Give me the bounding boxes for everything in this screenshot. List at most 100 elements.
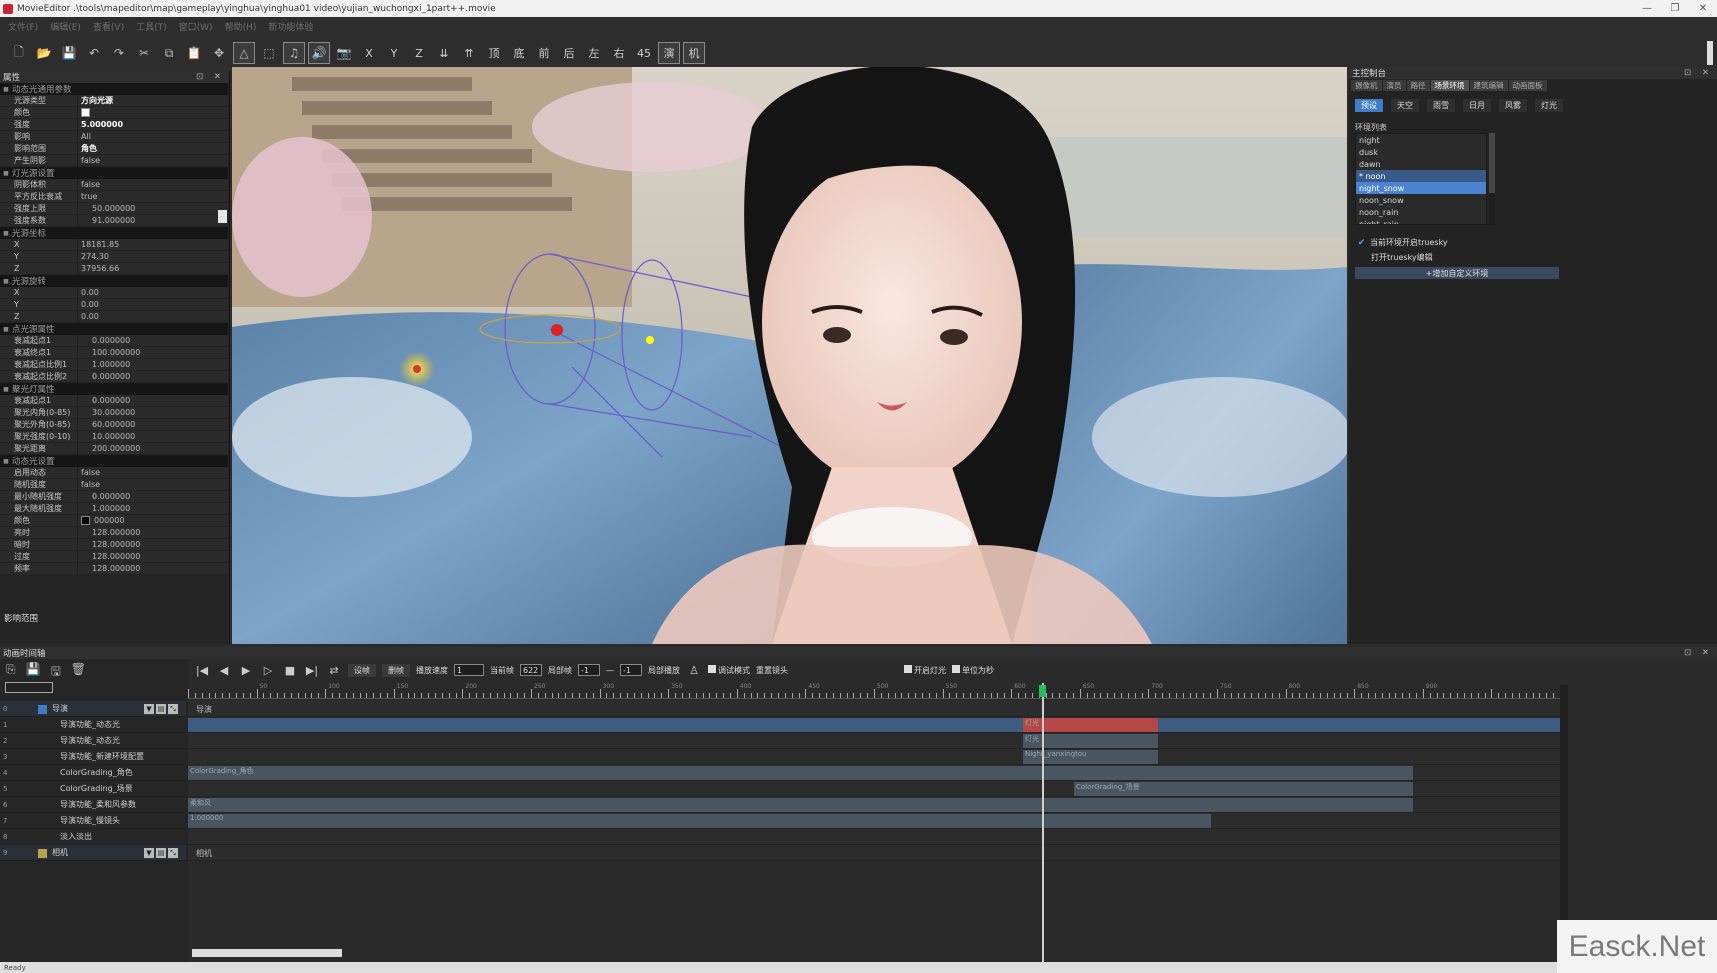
cut-icon[interactable]: ✂: [133, 42, 155, 64]
track-row[interactable]: 7 导演功能_慢镜头: [0, 813, 186, 829]
lift-up-button[interactable]: ⇈: [458, 42, 480, 64]
collapse-icon[interactable]: ■: [0, 458, 12, 465]
timeline-clip[interactable]: [1158, 718, 1560, 732]
property-row[interactable]: 产生阴影 false: [0, 155, 228, 167]
property-row[interactable]: 频率 128.000000: [0, 563, 228, 575]
track-row[interactable]: 0 导演 ▼ ▤ ⤡: [0, 701, 186, 717]
property-value[interactable]: false: [78, 155, 228, 166]
timeline-tracks[interactable]: 导演 灯光 灯光 Night_yanxingtou ColorGrading_角色 Col…: [188, 701, 1560, 951]
scene-viewport[interactable]: [232, 67, 1347, 644]
timeline-clip[interactable]: 1.000000: [188, 814, 1211, 828]
trash-icon[interactable]: 🗑: [71, 662, 86, 683]
track-lane[interactable]: 导演: [188, 701, 1560, 717]
playhead-handle[interactable]: [1039, 685, 1046, 697]
property-value[interactable]: 50.000000: [78, 203, 228, 214]
stop-icon[interactable]: ■: [282, 664, 298, 677]
control-panel-controls[interactable]: ⊡ ✕: [1684, 68, 1717, 78]
property-value[interactable]: false: [78, 479, 228, 490]
env-item-dawn[interactable]: dawn: [1356, 158, 1486, 170]
property-row[interactable]: 随机强度 false: [0, 479, 228, 491]
dropdown-icon[interactable]: ▼: [144, 704, 154, 714]
lighting-button[interactable]: 灯光: [1535, 99, 1563, 112]
property-row[interactable]: X 0.00: [0, 287, 228, 299]
axis-z-button[interactable]: Z: [408, 42, 430, 64]
property-row[interactable]: 衰减起点1 0.000000: [0, 335, 228, 347]
property-section[interactable]: ■ 光源坐标: [0, 227, 228, 239]
music-icon[interactable]: ♫: [283, 42, 305, 64]
timeline-panel-controls[interactable]: ⊡ ✕: [1684, 648, 1717, 658]
property-row[interactable]: 衰减终点1 100.000000: [0, 347, 228, 359]
view-back-button[interactable]: 后: [558, 42, 580, 64]
property-value[interactable]: false: [78, 467, 228, 478]
track-row[interactable]: 3 导演功能_新建环境配置: [0, 749, 186, 765]
view-right-button[interactable]: 右: [608, 42, 630, 64]
property-value[interactable]: 60.000000: [78, 419, 228, 430]
light-pivot-icon[interactable]: [551, 324, 563, 336]
toolbar-handle[interactable]: [1707, 41, 1713, 65]
env-item-noon-rain[interactable]: noon_rain: [1356, 206, 1486, 218]
range-end-input[interactable]: -1: [620, 664, 642, 676]
delete-key-button[interactable]: 删帧: [382, 663, 410, 677]
undo-icon[interactable]: ↶: [83, 42, 105, 64]
person-icon[interactable]: ♙: [686, 664, 702, 677]
view-45-button[interactable]: 45: [633, 42, 655, 64]
view-front-button[interactable]: 前: [533, 42, 555, 64]
set-key-button[interactable]: 设帧: [348, 663, 376, 677]
property-value[interactable]: 0.000000: [78, 371, 228, 382]
property-row[interactable]: X 18181.85: [0, 239, 228, 251]
property-value[interactable]: 128.000000: [78, 551, 228, 562]
property-row[interactable]: 最大随机强度 1.000000: [0, 503, 228, 515]
menu-window[interactable]: 窗口(W): [179, 20, 213, 33]
tab-animation-panel[interactable]: 动画面板: [1508, 80, 1547, 91]
debug-mode-checkbox[interactable]: 调试模式: [708, 664, 750, 676]
property-value[interactable]: 1.000000: [78, 359, 228, 370]
property-row[interactable]: 阴影体积 false: [0, 179, 228, 191]
property-value[interactable]: 128.000000: [78, 527, 228, 538]
dropdown-icon[interactable]: ▼: [144, 848, 154, 858]
track-search-input[interactable]: [5, 682, 53, 693]
property-row[interactable]: Y 0.00: [0, 299, 228, 311]
property-row[interactable]: 颜色: [0, 107, 228, 119]
property-row[interactable]: 光源类型 方向光源: [0, 95, 228, 107]
track-row[interactable]: 8 淡入淡出: [0, 829, 186, 845]
timeline-ruler[interactable]: 50 100 150 200 250 300 350 400 450 500 550 600 650 70…: [188, 683, 1561, 699]
property-value[interactable]: 128.000000: [78, 563, 228, 574]
env-item-night-rain[interactable]: night_rain: [1356, 218, 1486, 225]
open-folder-icon[interactable]: 📂: [33, 42, 55, 64]
menu-tools[interactable]: 工具(T): [136, 20, 167, 33]
wind-fog-button[interactable]: 风雾: [1499, 99, 1527, 112]
property-dropdown-handle[interactable]: [218, 210, 227, 223]
track-row[interactable]: 6 导演功能_柔和风参数: [0, 797, 186, 813]
checkbox-icon[interactable]: [904, 664, 912, 673]
scroll-thumb[interactable]: [1489, 133, 1495, 193]
move-icon[interactable]: ✥: [208, 42, 230, 64]
collapse-icon[interactable]: ■: [0, 278, 12, 285]
property-row[interactable]: 影响 All: [0, 131, 228, 143]
open-truesky-editor[interactable]: 打开truesky编辑: [1371, 252, 1433, 263]
unit-seconds-checkbox[interactable]: 单位为秒: [952, 664, 994, 676]
camera-icon[interactable]: 📷: [333, 42, 355, 64]
step-forward-icon[interactable]: ▷: [260, 664, 276, 677]
track-lane[interactable]: 灯光: [188, 717, 1560, 733]
menu-new-features[interactable]: 新功能体验: [268, 20, 313, 33]
go-start-icon[interactable]: |◀: [194, 664, 210, 677]
tab-scene-environment[interactable]: 场景环境: [1430, 80, 1469, 91]
track-lane[interactable]: [188, 829, 1560, 845]
import-icon[interactable]: ⎘: [6, 662, 16, 683]
property-value[interactable]: true: [78, 191, 228, 202]
play-icon[interactable]: ▶: [238, 664, 254, 677]
env-item-dusk[interactable]: dusk: [1356, 146, 1486, 158]
env-item-noon[interactable]: * noon: [1356, 170, 1486, 182]
checkbox-icon[interactable]: [952, 664, 960, 673]
property-section[interactable]: ■ 点光源属性: [0, 323, 228, 335]
property-row[interactable]: 平方反比衰减 true: [0, 191, 228, 203]
timeline-vertical-scrollbar[interactable]: [1560, 685, 1568, 950]
axis-x-button[interactable]: X: [358, 42, 380, 64]
property-row[interactable]: 最小随机强度 0.000000: [0, 491, 228, 503]
property-row[interactable]: 聚光外角(0-85) 60.000000: [0, 419, 228, 431]
property-value[interactable]: 200.000000: [78, 443, 228, 454]
track-lane[interactable]: 灯光: [188, 733, 1560, 749]
checkbox-icon[interactable]: [708, 664, 716, 673]
new-file-icon[interactable]: 🗋: [8, 42, 30, 64]
track-row[interactable]: 1 导演功能_动态光: [0, 717, 186, 733]
